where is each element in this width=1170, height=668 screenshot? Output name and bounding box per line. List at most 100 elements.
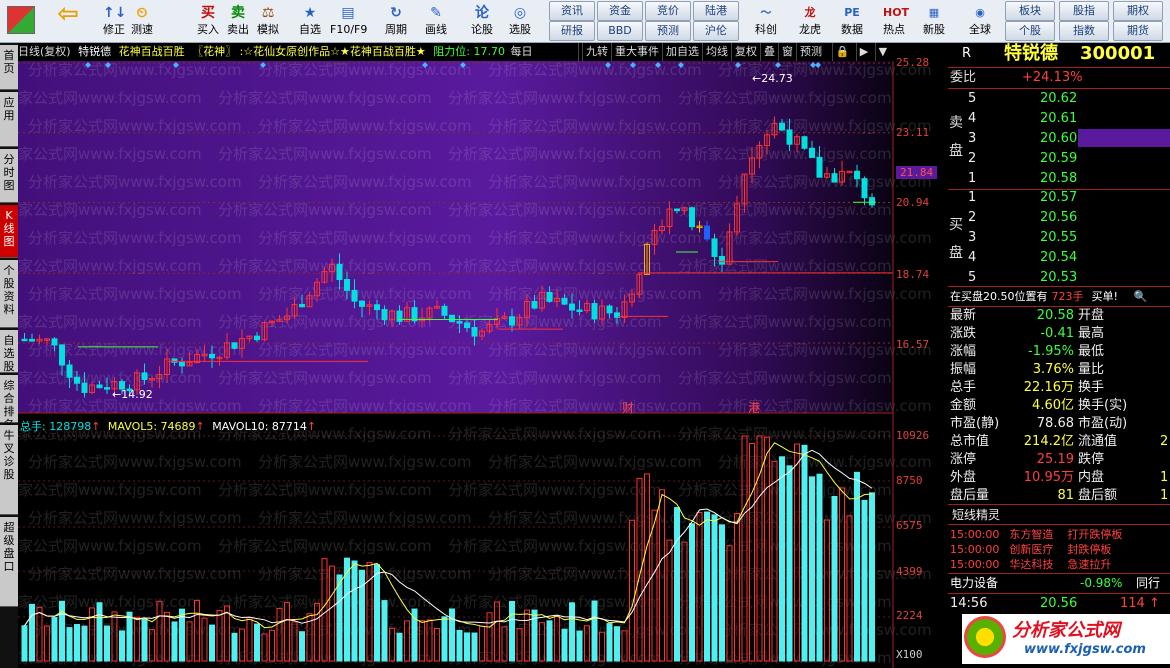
sprite-row[interactable]: 15:00:00 创新医疗 封跌停板 xyxy=(950,541,1111,557)
bid-price[interactable]: 20.56 xyxy=(1040,209,1077,227)
right-button-top-2[interactable]: 期权 xyxy=(1113,1,1163,21)
chart-tab-5[interactable]: 叠 xyxy=(760,43,778,61)
lock-icon[interactable]: 🔒 xyxy=(831,43,853,61)
sidebar-item-3[interactable]: K线图 xyxy=(0,205,18,258)
watermark-text: 分析家公式网www.fxjgsw.com xyxy=(258,117,472,135)
toolbar-button-9[interactable]: 论论股 xyxy=(464,0,500,42)
volume-bar xyxy=(359,569,365,662)
sidebar-item-0[interactable]: 首页 xyxy=(0,45,18,90)
volume-bar xyxy=(591,600,598,662)
event-marker-gang[interactable]: 港 xyxy=(748,399,760,416)
sprite-name: 东方智造 xyxy=(1009,528,1054,541)
volume-bar xyxy=(809,476,815,662)
volume-header: 总手: 128798↑ MAVOL5: 74689↑ MAVOL10: 8771… xyxy=(20,420,317,433)
icon-button-1[interactable]: 龙龙虎 xyxy=(792,0,828,42)
icon-button-label: 新股 xyxy=(923,23,945,36)
sidebar-item-2[interactable]: 分时图 xyxy=(0,149,18,203)
chart-tab-4[interactable]: 复权 xyxy=(731,43,760,61)
toolbar-button-1[interactable]: ⏲ 测速 xyxy=(124,0,160,42)
bid-level: 3 xyxy=(968,230,977,245)
icon-button-5[interactable]: ◉ 全球 xyxy=(962,0,998,42)
watermark-text: 分析家公式网www.fxjgsw.com xyxy=(218,201,432,219)
sidebar-item-6[interactable]: 综合排名 xyxy=(0,375,18,431)
volume-bar xyxy=(381,600,388,662)
watermark-text: 分析家公式网www.fxjgsw.com xyxy=(258,61,472,79)
chart-tab-6[interactable]: 窗 xyxy=(778,43,796,61)
toolbar-button-7[interactable]: ↻ 周期 xyxy=(378,0,414,42)
chart-tab-1[interactable]: 重大事件 xyxy=(611,43,662,61)
chevron-right-icon[interactable]: ▶ xyxy=(855,43,871,61)
bid-price[interactable]: 20.57 xyxy=(1040,189,1077,207)
icon-button-3[interactable]: HOT 热点 xyxy=(876,0,912,42)
stat-value: 214.2亿 xyxy=(1023,434,1074,449)
volume-bar xyxy=(74,624,80,662)
sidebar-item-8[interactable]: 超级盘口 xyxy=(0,517,18,607)
buy-label: 买盘 xyxy=(949,217,963,261)
mid-button-bottom-1[interactable]: BBD xyxy=(597,21,643,41)
sidebar-item-5[interactable]: 自选股 xyxy=(0,330,18,373)
chart-tab-7[interactable]: 预测 xyxy=(796,43,825,61)
bid-price[interactable]: 20.53 xyxy=(1040,269,1077,287)
right-button-bottom-0[interactable]: 个股 xyxy=(1005,21,1055,41)
sector-tail[interactable]: 同行 xyxy=(1136,574,1160,592)
bid-price[interactable]: 20.54 xyxy=(1040,249,1077,267)
volume-bar xyxy=(779,456,785,662)
sidebar-item-7[interactable]: 牛叉诊股 xyxy=(0,425,18,515)
watermark-text: 分析家公式网www.fxjgsw.com xyxy=(718,229,932,247)
volume-axis-label: 4399 xyxy=(896,565,923,578)
chart-tab-3[interactable]: 均线 xyxy=(702,43,731,61)
volume-bar xyxy=(351,560,358,662)
candle xyxy=(441,305,448,316)
mid-button-bottom-2[interactable]: 预测 xyxy=(645,21,691,41)
toolbar-button-6[interactable]: ▤ F10/F9 xyxy=(330,0,367,42)
volume-bar xyxy=(119,630,125,662)
ask-price[interactable]: 20.61 xyxy=(1040,110,1077,128)
mid-button-top-1[interactable]: 资金 xyxy=(597,1,643,21)
watermark-text: 分析家公式网www.fxjgsw.com xyxy=(18,537,202,555)
volume-bar xyxy=(816,473,823,662)
toolbar-button-4[interactable]: ⚖ 模拟 xyxy=(250,0,286,42)
mid-button-bottom-0[interactable]: 研报 xyxy=(549,21,595,41)
ask-price[interactable]: 20.62 xyxy=(1040,90,1077,108)
mid-button-top-0[interactable]: 资讯 xyxy=(549,1,595,21)
mid-button-top-2[interactable]: 竞价 xyxy=(645,1,691,21)
volume-bar xyxy=(801,444,808,662)
right-button-bottom-1[interactable]: 指数 xyxy=(1059,21,1109,41)
icon-button-label: 热点 xyxy=(883,23,905,36)
sprite-row[interactable]: 15:00:00 东方智造 打开跌停板 xyxy=(950,526,1122,542)
right-button-bottom-2[interactable]: 期货 xyxy=(1113,21,1163,41)
chevron-down-icon[interactable]: ▼ xyxy=(874,43,890,61)
stat-value: 3.76% xyxy=(1032,362,1074,377)
toolbar-button-8[interactable]: ✎ 画线 xyxy=(418,0,454,42)
sprite-row[interactable]: 15:00:00 华达科技 急速拉升 xyxy=(950,556,1111,572)
candle xyxy=(29,338,35,342)
volume-axis-unit: X100 xyxy=(896,648,923,661)
mid-button-bottom-3[interactable]: 沪伦 xyxy=(693,21,739,41)
icon-button-0[interactable]: 〜科创 xyxy=(748,0,784,42)
sidebar-item-1[interactable]: 应用 xyxy=(0,92,18,147)
icon-button-4[interactable]: ▦ 新股 xyxy=(916,0,952,42)
bid-price[interactable]: 20.55 xyxy=(1040,229,1077,247)
toolbar-button-5[interactable]: ★ 自选 xyxy=(292,0,328,42)
sector-name[interactable]: 电力设备 xyxy=(950,574,998,592)
toolbar-button-10[interactable]: ◎ 选股 xyxy=(502,0,538,42)
ask-price[interactable]: 20.59 xyxy=(1040,150,1077,168)
chart-tag: 〖花神〗 xyxy=(192,45,237,58)
right-button-top-1[interactable]: 股指 xyxy=(1059,1,1109,21)
mid-button-top-3[interactable]: 陆港 xyxy=(693,1,739,21)
chart-tab-0[interactable]: 九转 xyxy=(582,43,611,61)
ask-price[interactable]: 20.60 xyxy=(1040,130,1077,148)
watermark-logo: 分析家公式网 www.fxjgsw.com xyxy=(962,614,1170,664)
toolbar-label: 论股 xyxy=(471,23,493,36)
event-marker-cai[interactable]: 财 xyxy=(622,399,634,416)
candle xyxy=(381,309,388,321)
chart-tab-2[interactable]: 加自选 xyxy=(662,43,702,61)
icon-button-2[interactable]: PE 数据 xyxy=(834,0,870,42)
candle xyxy=(374,304,380,311)
sidebar-item-4[interactable]: 个股资料 xyxy=(0,260,18,328)
kline-chart[interactable]: 分析家公式网www.fxjgsw.com 分析家公式网www.fxjgsw.com… xyxy=(18,61,948,668)
back-arrow-icon[interactable]: ⇦ xyxy=(48,0,88,42)
grid-icon[interactable] xyxy=(0,0,42,42)
ask-price[interactable]: 20.58 xyxy=(1040,170,1077,188)
right-button-top-0[interactable]: 板块 xyxy=(1005,1,1055,21)
